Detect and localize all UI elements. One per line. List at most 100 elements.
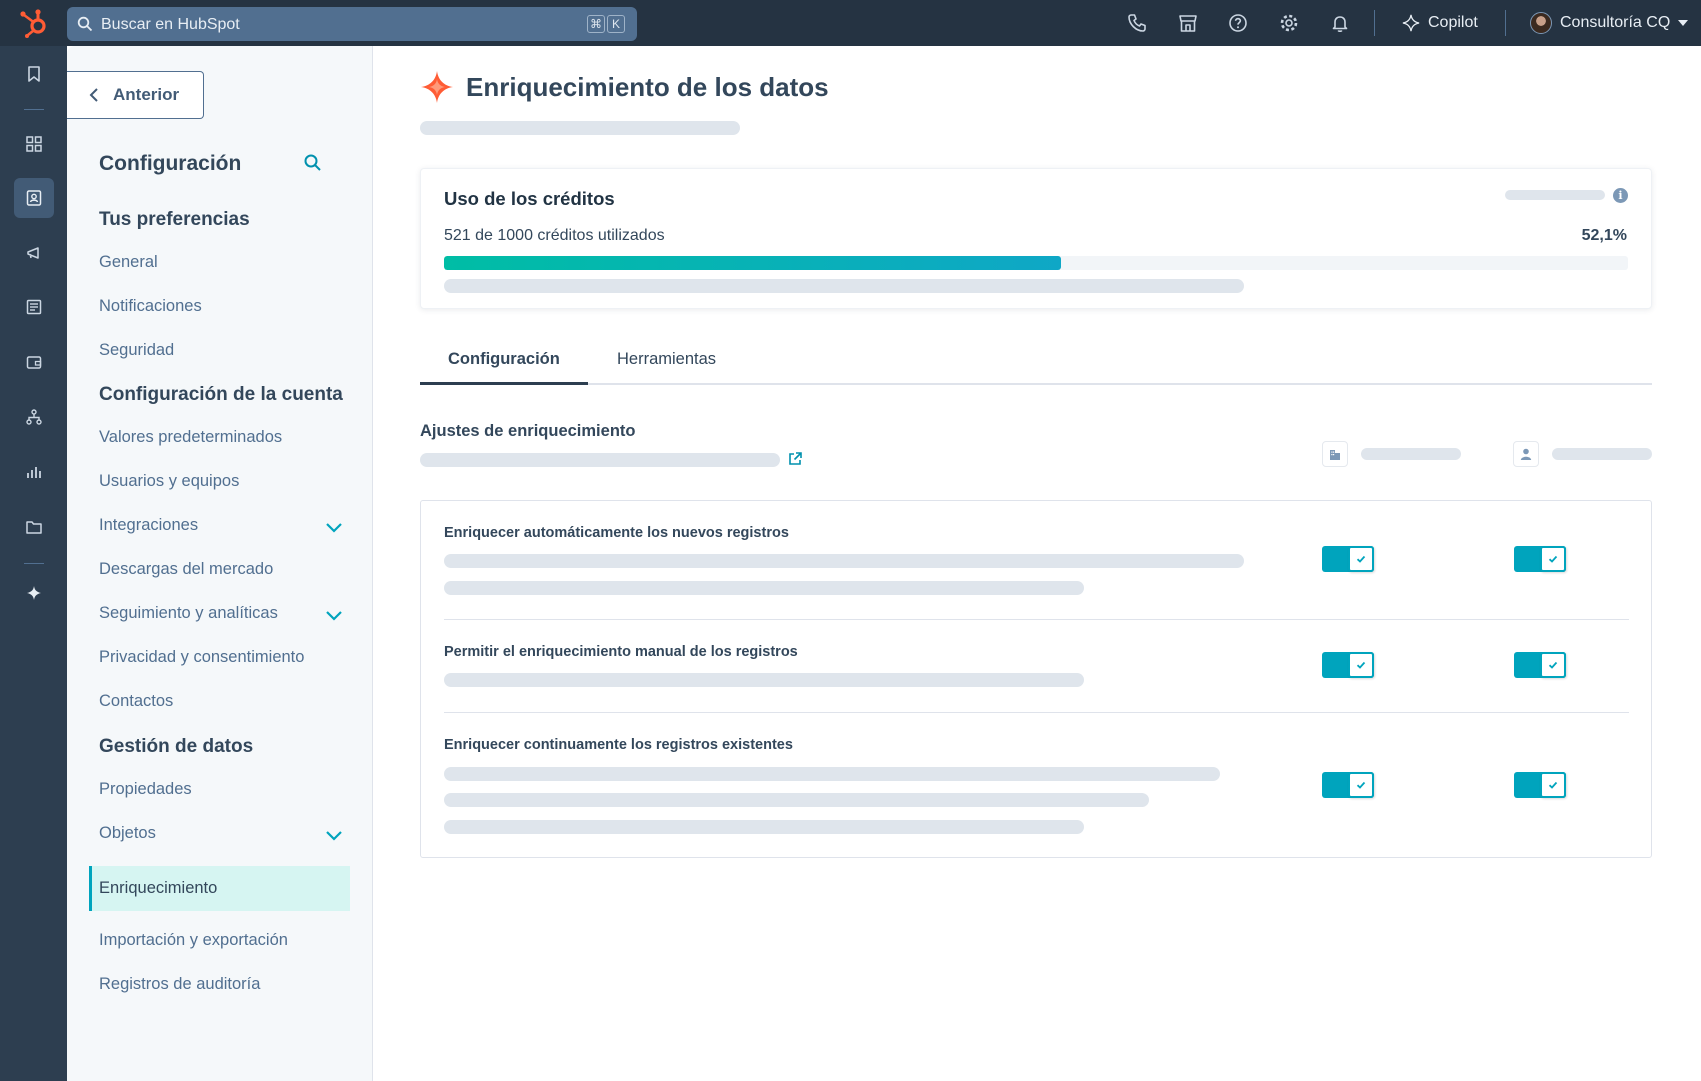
company-enrichment-toggle[interactable] <box>1322 652 1374 678</box>
back-button[interactable]: Anterior <box>67 71 204 119</box>
chevron-down-icon[interactable] <box>323 605 345 627</box>
library-icon[interactable] <box>14 507 54 547</box>
placeholder-bar <box>420 121 740 135</box>
tab-herramientas[interactable]: Herramientas <box>617 350 716 369</box>
sidebar-item-label: Enriquecimiento <box>99 879 218 897</box>
credits-card-title: Uso de los créditos <box>444 188 615 209</box>
info-icon[interactable]: i <box>1613 188 1628 203</box>
help-icon[interactable] <box>1227 12 1249 34</box>
placeholder-bar <box>444 820 1084 834</box>
credits-usage-percent: 52,1% <box>1581 227 1627 244</box>
back-button-label: Anterior <box>113 85 180 104</box>
placeholder-bar <box>444 673 1084 687</box>
check-icon <box>1540 652 1566 678</box>
placeholder-bar <box>444 767 1220 781</box>
sidebar-item-objetos[interactable]: Objetos <box>99 824 156 843</box>
avatar <box>1530 12 1552 34</box>
global-search-input[interactable]: Buscar en HubSpot ⌘ K <box>67 7 637 41</box>
sidebar-item-propiedades[interactable]: Propiedades <box>99 780 192 799</box>
rail-divider <box>24 563 44 564</box>
search-icon <box>77 16 93 32</box>
automation-icon[interactable] <box>14 397 54 437</box>
notifications-icon[interactable] <box>1329 12 1351 34</box>
placeholder-bar <box>444 793 1149 807</box>
chevron-down-icon[interactable] <box>323 825 345 847</box>
account-name: Consultoría CQ <box>1560 14 1671 31</box>
marketing-icon[interactable] <box>14 233 54 273</box>
search-placeholder: Buscar en HubSpot <box>101 16 240 33</box>
page-header: Enriquecimiento de los datos <box>420 70 829 104</box>
chevron-down-icon[interactable] <box>323 517 345 539</box>
top-navigation-bar: Buscar en HubSpot ⌘ K Copilot Consultorí… <box>0 0 1701 46</box>
settings-icon[interactable] <box>1278 12 1300 34</box>
chevron-left-icon <box>89 88 98 102</box>
credits-usage-text: 521 de 1000 créditos utilizados <box>444 227 665 244</box>
tab-configuracion[interactable]: Configuración <box>448 350 560 369</box>
placeholder-bar <box>420 453 780 467</box>
check-icon <box>1540 546 1566 572</box>
company-enrichment-toggle[interactable] <box>1322 772 1374 798</box>
contact-enrichment-toggle[interactable] <box>1514 652 1566 678</box>
sidebar-item-privacidad[interactable]: Privacidad y consentimiento <box>99 648 304 667</box>
placeholder-bar <box>1552 448 1652 460</box>
phone-icon[interactable] <box>1126 12 1148 34</box>
sidebar-item-seguimiento-analiticas[interactable]: Seguimiento y analíticas <box>99 604 278 623</box>
external-link-icon[interactable] <box>787 451 803 467</box>
hubspot-logo-icon[interactable] <box>18 8 50 38</box>
check-icon <box>1348 652 1374 678</box>
sidebar-item-descargas-mercado[interactable]: Descargas del mercado <box>99 560 273 579</box>
shortcut-key-cmd: ⌘ <box>587 15 605 33</box>
rail-divider <box>24 109 44 110</box>
contacts-icon[interactable] <box>14 178 54 218</box>
shortcut-key-k: K <box>607 15 625 33</box>
sidebar-item-registros-auditoria[interactable]: Registros de auditoría <box>99 975 260 994</box>
search-icon[interactable] <box>302 152 324 174</box>
company-enrichment-toggle[interactable] <box>1322 546 1374 572</box>
marketplace-icon[interactable] <box>1177 12 1199 34</box>
reporting-icon[interactable] <box>14 452 54 492</box>
content-icon[interactable] <box>14 287 54 327</box>
workspaces-icon[interactable] <box>14 124 54 164</box>
chevron-down-icon <box>1678 20 1689 26</box>
setting-row-title: Enriquecer automáticamente los nuevos re… <box>444 525 789 541</box>
placeholder-bar <box>1505 190 1605 200</box>
check-icon <box>1348 772 1374 798</box>
credits-progress-fill <box>444 256 1061 270</box>
setting-row-title: Permitir el enriquecimiento manual de lo… <box>444 644 798 660</box>
sparkle-icon <box>1402 14 1420 32</box>
main-content: Enriquecimiento de los datos Uso de los … <box>373 46 1701 1081</box>
placeholder-bar <box>444 554 1244 568</box>
company-icon <box>1322 441 1348 467</box>
sidebar-item-notificaciones[interactable]: Notificaciones <box>99 297 202 316</box>
bookmark-icon[interactable] <box>14 54 54 94</box>
row-divider <box>444 619 1629 620</box>
enrichment-settings-list: Enriquecer automáticamente los nuevos re… <box>420 500 1652 858</box>
account-menu[interactable]: Consultoría CQ <box>1530 11 1689 35</box>
sidebar-section-preferences: Tus preferencias <box>99 209 250 230</box>
placeholder-bar <box>1361 448 1461 460</box>
tab-bar: Configuración Herramientas <box>420 344 1652 385</box>
commerce-icon[interactable] <box>14 342 54 382</box>
contact-enrichment-toggle[interactable] <box>1514 772 1566 798</box>
sidebar-item-integraciones[interactable]: Integraciones <box>99 516 198 535</box>
credits-usage-card: Uso de los créditos i 521 de 1000 crédit… <box>420 168 1652 309</box>
sidebar-item-valores-predeterminados[interactable]: Valores predeterminados <box>99 428 282 447</box>
placeholder-bar <box>444 581 1084 595</box>
page-title: Enriquecimiento de los datos <box>466 71 829 102</box>
topbar-divider <box>1374 10 1375 36</box>
sidebar-item-usuarios-equipos[interactable]: Usuarios y equipos <box>99 472 239 491</box>
contact-icon <box>1513 441 1539 467</box>
sidebar-item-contactos[interactable]: Contactos <box>99 692 173 711</box>
copilot-button[interactable]: Copilot <box>1402 12 1478 34</box>
section-title: Ajustes de enriquecimiento <box>420 422 636 440</box>
placeholder-bar <box>444 279 1244 293</box>
row-divider <box>444 712 1629 713</box>
contact-enrichment-toggle[interactable] <box>1514 546 1566 572</box>
sidebar-item-seguridad[interactable]: Seguridad <box>99 341 174 360</box>
setting-row-title: Enriquecer continuamente los registros e… <box>444 737 793 753</box>
sidebar-item-importacion-exportacion[interactable]: Importación y exportación <box>99 931 288 950</box>
sidebar-item-enriquecimiento[interactable]: Enriquecimiento <box>89 866 350 911</box>
breeze-icon[interactable] <box>14 573 54 613</box>
sidebar-item-general[interactable]: General <box>99 253 158 272</box>
sidebar-section-data-management: Gestión de datos <box>99 736 254 757</box>
